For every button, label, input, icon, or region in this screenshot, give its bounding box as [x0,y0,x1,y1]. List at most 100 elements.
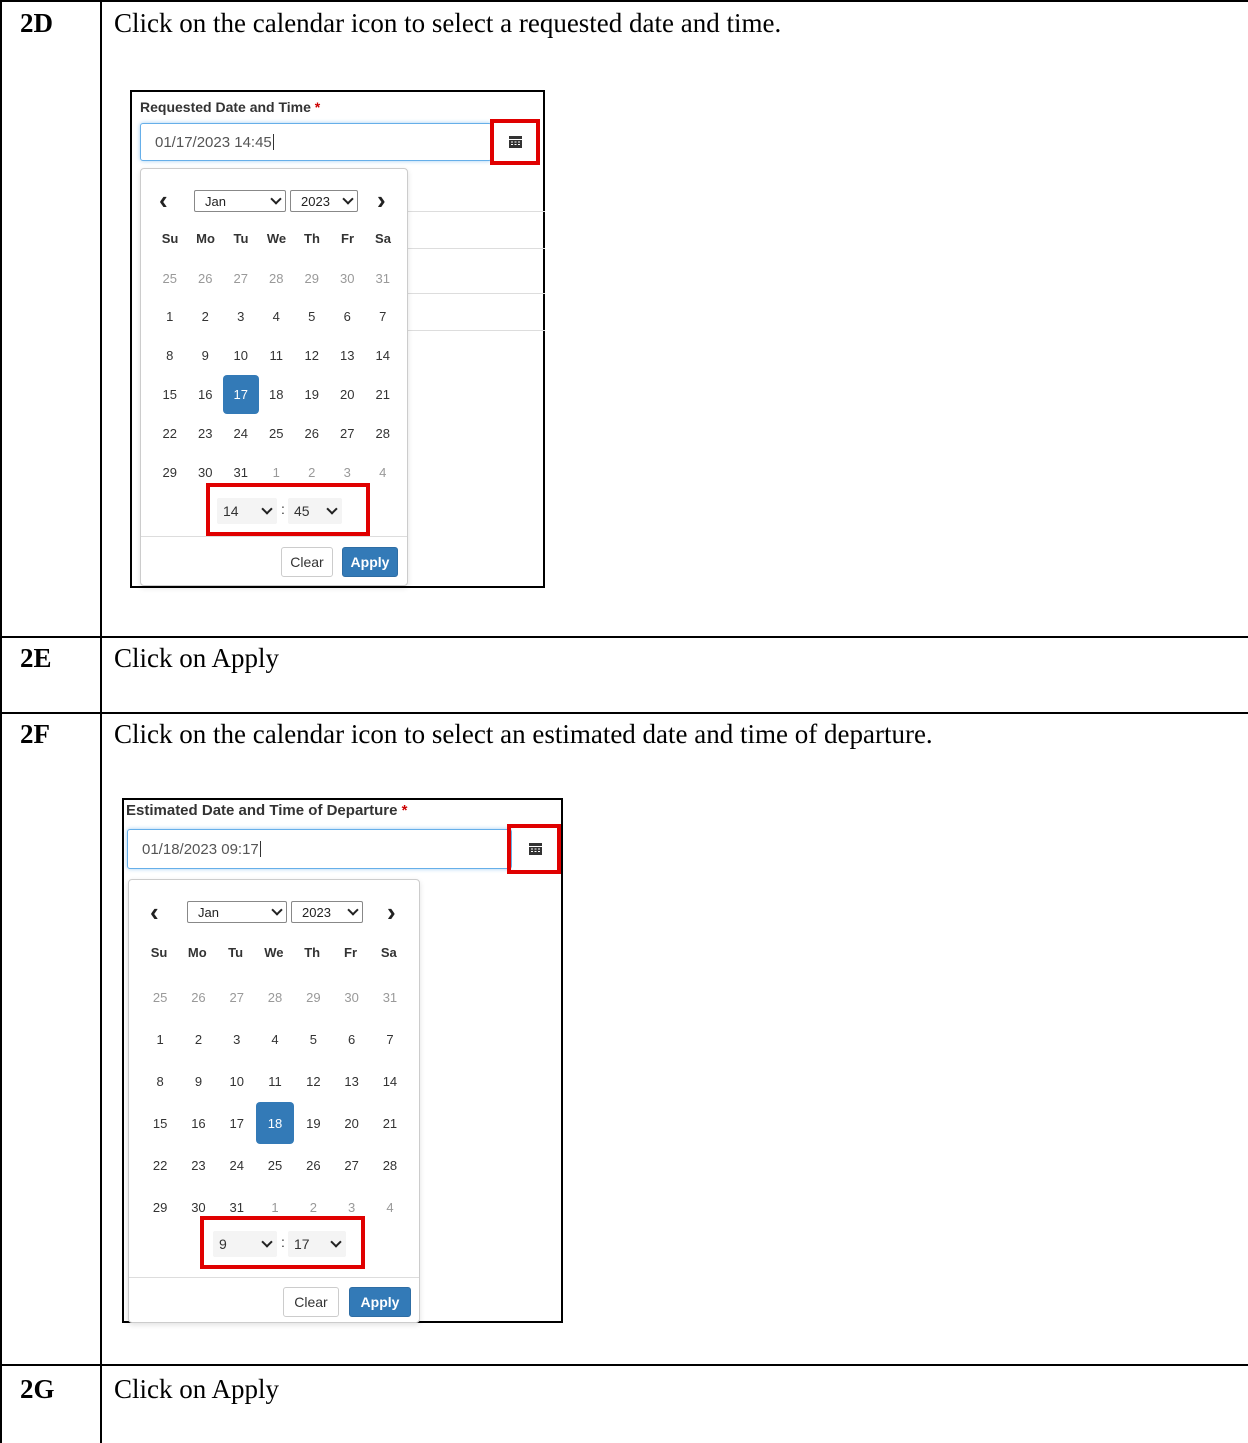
day-cell[interactable]: 31 [365,259,401,298]
day-cell[interactable]: 28 [256,976,294,1018]
day-cell[interactable]: 3 [223,298,259,337]
day-cell[interactable]: 1 [152,298,188,337]
selected-day-cell[interactable]: 18 [255,1102,295,1144]
day-cell[interactable]: 31 [371,976,409,1018]
day-cell[interactable]: 5 [294,1018,332,1060]
day-cell[interactable]: 27 [333,1144,371,1186]
requested-date-input[interactable]: 01/17/2023 14:45 [140,123,492,161]
step-text: Click on the calendar icon to select an … [114,719,933,749]
day-cell[interactable]: 27 [223,259,259,298]
apply-button[interactable]: Apply [349,1287,411,1317]
apply-button[interactable]: Apply [342,547,398,577]
day-cell[interactable]: 14 [371,1060,409,1102]
day-cell[interactable]: 10 [218,1060,256,1102]
day-cell[interactable]: 13 [330,336,366,375]
day-cell[interactable]: 2 [188,298,224,337]
day-cell[interactable]: 25 [141,976,179,1018]
year-select[interactable]: 2023 [290,190,358,212]
next-month-button[interactable]: › [387,897,396,928]
day-cell[interactable]: 26 [294,1144,332,1186]
day-cell[interactable]: 16 [188,375,224,414]
day-cell[interactable]: 9 [179,1060,217,1102]
day-cell[interactable]: 20 [333,1102,371,1144]
month-select[interactable]: Jan [187,901,287,923]
day-cell[interactable]: 19 [294,1102,332,1144]
day-cell[interactable]: 7 [371,1018,409,1060]
day-cell[interactable]: 30 [330,259,366,298]
selected-day-cell[interactable]: 17 [223,375,259,414]
day-cell[interactable]: 25 [256,1144,294,1186]
day-cell[interactable]: 15 [152,375,188,414]
day-cell[interactable]: 4 [256,1018,294,1060]
day-cell[interactable]: 26 [188,259,224,298]
day-cell[interactable]: 13 [333,1060,371,1102]
day-cell[interactable]: 16 [179,1102,217,1144]
month-select[interactable]: Jan [194,190,286,212]
prev-month-button[interactable]: ‹ [159,185,168,216]
day-cell[interactable]: 29 [294,259,330,298]
hour-select[interactable]: 9 [213,1231,277,1257]
day-cell[interactable]: 12 [294,1060,332,1102]
footer-divider [129,1277,419,1278]
minute-value: 45 [294,503,310,519]
day-cell[interactable]: 27 [330,414,366,453]
day-cell[interactable]: 29 [294,976,332,1018]
day-cell[interactable]: 1 [141,1018,179,1060]
day-cell[interactable]: 22 [152,414,188,453]
day-cell[interactable]: 29 [152,453,188,492]
day-cell[interactable]: 26 [179,976,217,1018]
day-cell[interactable]: 3 [218,1018,256,1060]
time-separator: : [281,501,285,517]
day-cell[interactable]: 29 [141,1186,179,1228]
day-cell[interactable]: 11 [259,336,295,375]
day-cell[interactable]: 19 [294,375,330,414]
day-cell[interactable]: 25 [259,414,295,453]
day-cell[interactable]: 17 [218,1102,256,1144]
clear-button[interactable]: Clear [281,547,333,577]
day-cell[interactable]: 21 [371,1102,409,1144]
day-cell[interactable]: 10 [223,336,259,375]
day-cell[interactable]: 23 [179,1144,217,1186]
day-cell[interactable]: 6 [333,1018,371,1060]
hour-select[interactable]: 14 [217,498,277,524]
day-cell[interactable]: 12 [294,336,330,375]
step-text: Click on Apply [114,643,280,673]
day-cell[interactable]: 24 [223,414,259,453]
time-separator: : [281,1234,285,1250]
minute-select[interactable]: 17 [288,1231,346,1257]
day-cell[interactable]: 20 [330,375,366,414]
day-cell[interactable]: 28 [259,259,295,298]
day-cell[interactable]: 28 [365,414,401,453]
day-cell[interactable]: 30 [333,976,371,1018]
day-cell[interactable]: 25 [152,259,188,298]
day-cell[interactable]: 26 [294,414,330,453]
column-divider [100,0,102,1443]
day-cell[interactable]: 23 [188,414,224,453]
day-cell[interactable]: 4 [371,1186,409,1228]
day-cell[interactable]: 14 [365,336,401,375]
day-cell[interactable]: 4 [259,298,295,337]
minute-select[interactable]: 45 [288,498,342,524]
departure-date-input[interactable]: 01/18/2023 09:17 [127,829,512,869]
day-cell[interactable]: 5 [294,298,330,337]
clear-button[interactable]: Clear [283,1287,339,1317]
day-cell[interactable]: 2 [179,1018,217,1060]
day-cell[interactable]: 7 [365,298,401,337]
day-cell[interactable]: 9 [188,336,224,375]
day-cell[interactable]: 22 [141,1144,179,1186]
day-cell[interactable]: 6 [330,298,366,337]
year-select[interactable]: 2023 [291,901,363,923]
day-cell[interactable]: 4 [365,453,401,492]
day-cell[interactable]: 28 [371,1144,409,1186]
day-cell[interactable]: 21 [365,375,401,414]
next-month-button[interactable]: › [377,185,386,216]
day-cell[interactable]: 27 [218,976,256,1018]
day-cell[interactable]: 11 [256,1060,294,1102]
weekday-header: Tu [228,944,244,960]
day-cell[interactable]: 8 [152,336,188,375]
day-cell[interactable]: 15 [141,1102,179,1144]
day-cell[interactable]: 24 [218,1144,256,1186]
day-cell[interactable]: 8 [141,1060,179,1102]
day-cell[interactable]: 18 [259,375,295,414]
prev-month-button[interactable]: ‹ [150,897,159,928]
